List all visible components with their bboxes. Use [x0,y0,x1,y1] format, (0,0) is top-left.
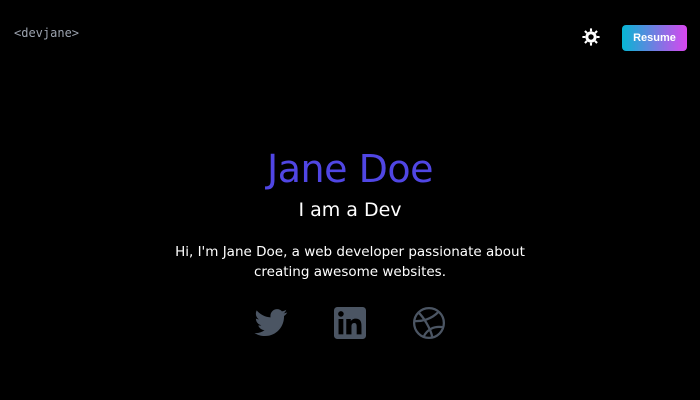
sun-icon [582,28,600,46]
hero-name: Jane Doe [267,147,433,191]
linkedin-link[interactable] [334,306,366,340]
twitter-link[interactable] [254,306,288,340]
social-links [0,306,700,340]
dribbble-link[interactable] [412,306,446,340]
site-logo[interactable]: <devjane> [14,25,79,41]
twitter-icon [254,309,288,337]
hero-section: Jane Doe I am a Dev Hi, I'm Jane Doe, a … [0,145,700,282]
hero-role: I am a Dev [298,199,402,221]
hero-intro: Hi, I'm Jane Doe, a web developer passio… [175,244,525,280]
linkedin-icon [334,307,366,339]
resume-button[interactable]: Resume [622,25,687,51]
dribbble-icon [412,306,446,340]
theme-toggle-button[interactable] [580,26,602,48]
